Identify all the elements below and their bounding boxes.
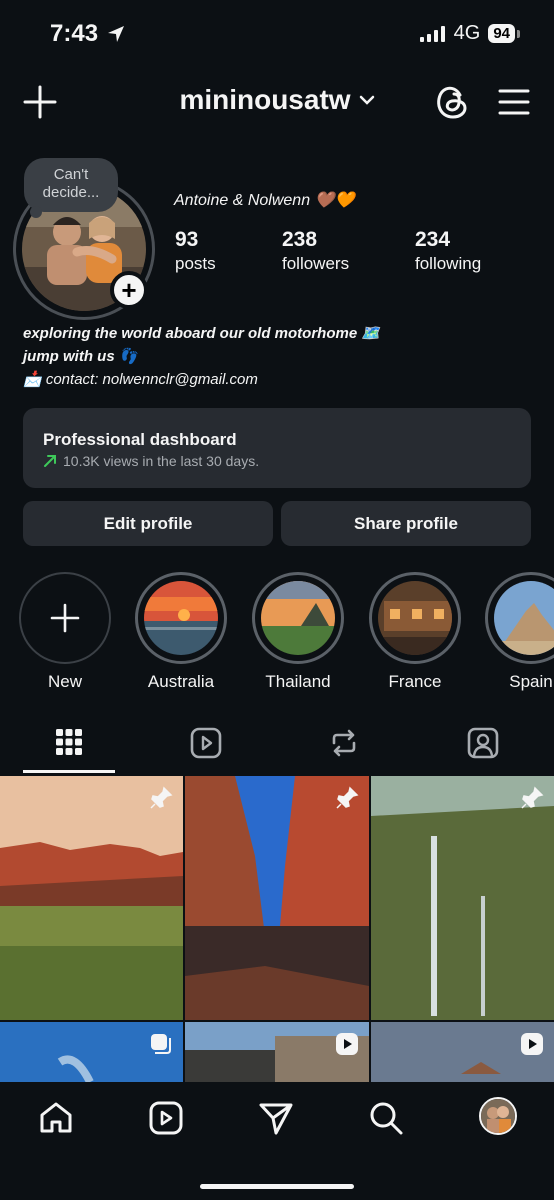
highlight-cover (494, 581, 554, 655)
tab-grid[interactable] (23, 726, 115, 774)
highlight-spain[interactable]: Spain (485, 572, 554, 692)
bottom-navigation (0, 1082, 554, 1200)
highlight-cover (378, 581, 452, 655)
highlight-label: France (388, 672, 442, 691)
carousel-icon (151, 1034, 171, 1054)
highlight-france[interactable]: France (369, 572, 461, 692)
home-icon[interactable] (38, 1100, 74, 1136)
highlight-label: Spain (509, 672, 553, 691)
threads-icon[interactable] (434, 83, 470, 121)
signal-icon (419, 25, 445, 42)
chevron-down-icon (359, 95, 374, 105)
stat-posts[interactable]: 93 posts (175, 228, 216, 274)
highlight-cover (144, 581, 218, 655)
pin-icon (150, 786, 173, 809)
menu-icon[interactable] (498, 88, 530, 116)
posts-label: posts (175, 254, 216, 273)
followers-label: followers (282, 254, 350, 273)
tab-tagged[interactable] (437, 726, 529, 774)
grid-icon (56, 729, 82, 755)
search-icon[interactable] (368, 1100, 404, 1136)
battery-icon: 94 (488, 24, 520, 43)
tab-reposts[interactable] (298, 726, 390, 774)
tagged-icon (467, 727, 499, 759)
posts-count: 93 (175, 228, 199, 251)
bio-line-1: exploring the world aboard our old motor… (23, 325, 381, 342)
following-count: 234 (415, 228, 451, 251)
highlight-label: Thailand (265, 672, 331, 691)
share-profile-button[interactable]: Share profile (281, 501, 531, 546)
reels-icon (190, 727, 222, 759)
add-story-button[interactable]: + (110, 271, 148, 309)
bio-contact[interactable]: 📩 contact: nolwennclr@gmail.com (23, 368, 380, 391)
dashboard-subtitle: 10.3K views in the last 30 days. (63, 453, 260, 469)
network-type: 4G (453, 22, 481, 44)
reposts-icon (332, 729, 356, 757)
post-photo (185, 776, 369, 1020)
post-thumbnail[interactable] (185, 776, 369, 1020)
stat-followers[interactable]: 238 followers (282, 228, 349, 274)
highlight-label: New (47, 672, 82, 691)
home-indicator (200, 1184, 354, 1189)
post-photo (0, 776, 183, 1020)
username-switcher[interactable]: mininousatw (0, 84, 554, 116)
note-tail (30, 206, 42, 218)
trend-up-icon (44, 455, 56, 467)
username: mininousatw (179, 84, 351, 115)
post-thumbnail[interactable] (0, 776, 183, 1020)
profile-avatar[interactable] (479, 1097, 517, 1135)
plus-icon (50, 603, 80, 633)
reel-icon (521, 1033, 543, 1055)
reels-icon[interactable] (148, 1100, 184, 1136)
highlight-new[interactable]: New (19, 572, 111, 692)
pin-icon (336, 786, 359, 809)
location-arrow-icon (108, 26, 125, 42)
edit-profile-button[interactable]: Edit profile (23, 501, 273, 546)
profile-note[interactable]: Can't decide... (24, 158, 118, 212)
status-indicators: 4G 94 (419, 22, 520, 45)
post-thumbnail[interactable] (185, 1022, 369, 1082)
battery-level: 94 (488, 24, 515, 43)
pin-icon (521, 786, 544, 809)
active-tab-indicator (23, 770, 115, 773)
nav-profile-photo (481, 1099, 515, 1133)
tab-reels[interactable] (160, 726, 252, 774)
bio: exploring the world aboard our old motor… (23, 322, 380, 391)
highlight-thailand[interactable]: Thailand (252, 572, 344, 692)
post-thumbnail[interactable] (371, 776, 554, 1020)
full-name: Antoine & Nolwenn 🤎🧡 (174, 192, 355, 209)
post-photo (371, 776, 554, 1020)
following-label: following (415, 254, 482, 273)
stat-following[interactable]: 234 following (415, 228, 481, 274)
highlight-label: Australia (147, 672, 215, 691)
status-time: 7:43 (50, 20, 126, 48)
bio-line-2: jump with us 👣 (23, 348, 138, 365)
highlight-cover (261, 581, 335, 655)
messages-icon[interactable] (258, 1100, 294, 1136)
post-thumbnail[interactable] (371, 1022, 554, 1082)
highlight-australia[interactable]: Australia (135, 572, 227, 692)
reel-icon (336, 1033, 358, 1055)
followers-count: 238 (282, 228, 318, 251)
post-thumbnail[interactable] (0, 1022, 183, 1082)
professional-dashboard[interactable]: Professional dashboard 10.3K views in th… (23, 408, 531, 488)
dashboard-title: Professional dashboard (43, 430, 237, 449)
